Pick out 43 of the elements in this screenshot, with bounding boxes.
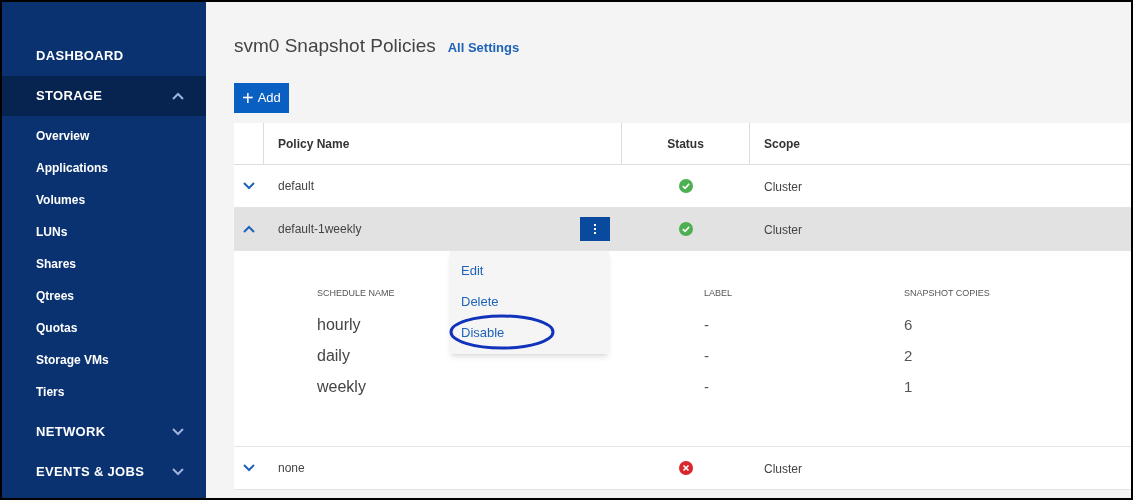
sidebar-item[interactable]: Quotas	[36, 319, 78, 337]
table-cell-text: none	[278, 460, 305, 477]
sidebar-item[interactable]: Tiers	[36, 383, 65, 401]
menu-item[interactable]: Delete	[460, 291, 500, 312]
sidebar-item[interactable]: Shares	[36, 255, 77, 273]
table-cell-text: -	[704, 377, 709, 397]
table-cell-text: 2	[904, 346, 913, 366]
sidebar-section[interactable]: NETWORK	[2, 412, 206, 452]
column-header: LABEL	[704, 287, 733, 300]
column-header: Status	[667, 135, 704, 153]
table-cell: Cluster	[764, 180, 802, 194]
table-cell-text: weekly	[317, 377, 366, 397]
chevron-icon	[172, 428, 184, 436]
menu-item[interactable]: Edit	[460, 260, 485, 281]
column-header: Scope	[764, 135, 800, 153]
sidebar-item[interactable]: Applications	[36, 159, 108, 177]
column-header: SNAPSHOT COPIES	[904, 287, 990, 300]
table-cell: Cluster	[764, 223, 802, 237]
add-button[interactable]: + Add	[234, 83, 289, 113]
all-settings-link[interactable]: All Settings	[447, 38, 520, 58]
column-header: Policy Name	[278, 135, 350, 153]
sidebar-item[interactable]: Overview	[36, 127, 90, 145]
table-cell-text: -	[704, 315, 709, 335]
sidebar-section[interactable]: STORAGE	[2, 76, 206, 116]
page-title: svm0 Snapshot Policies	[234, 34, 436, 58]
sidebar-section[interactable]: DASHBOARD	[2, 36, 206, 76]
sidebar-item[interactable]: Storage VMs	[36, 351, 109, 369]
sidebar-item[interactable]: LUNs	[36, 223, 68, 241]
table-cell-text: daily	[317, 346, 350, 366]
table-cell-text: default-1weekly	[278, 221, 362, 238]
chevron-icon	[172, 92, 184, 100]
table-row[interactable]: default-1weekly Cluster	[234, 208, 1131, 251]
column-header: SCHEDULE NAME	[317, 287, 395, 300]
table-cell-text: hourly	[317, 315, 361, 335]
table-cell-text: 1	[904, 377, 913, 397]
table-cell-text: default	[278, 178, 315, 195]
sidebar-section[interactable]: EVENTS & JOBS	[2, 452, 206, 492]
sidebar-item[interactable]: Qtrees	[36, 287, 75, 305]
sidebar-item[interactable]: Volumes	[36, 191, 86, 209]
table-cell-text: -	[704, 346, 709, 366]
table-cell-text: 6	[904, 315, 913, 335]
chevron-icon	[172, 468, 184, 476]
table-cell: Cluster	[764, 462, 802, 476]
